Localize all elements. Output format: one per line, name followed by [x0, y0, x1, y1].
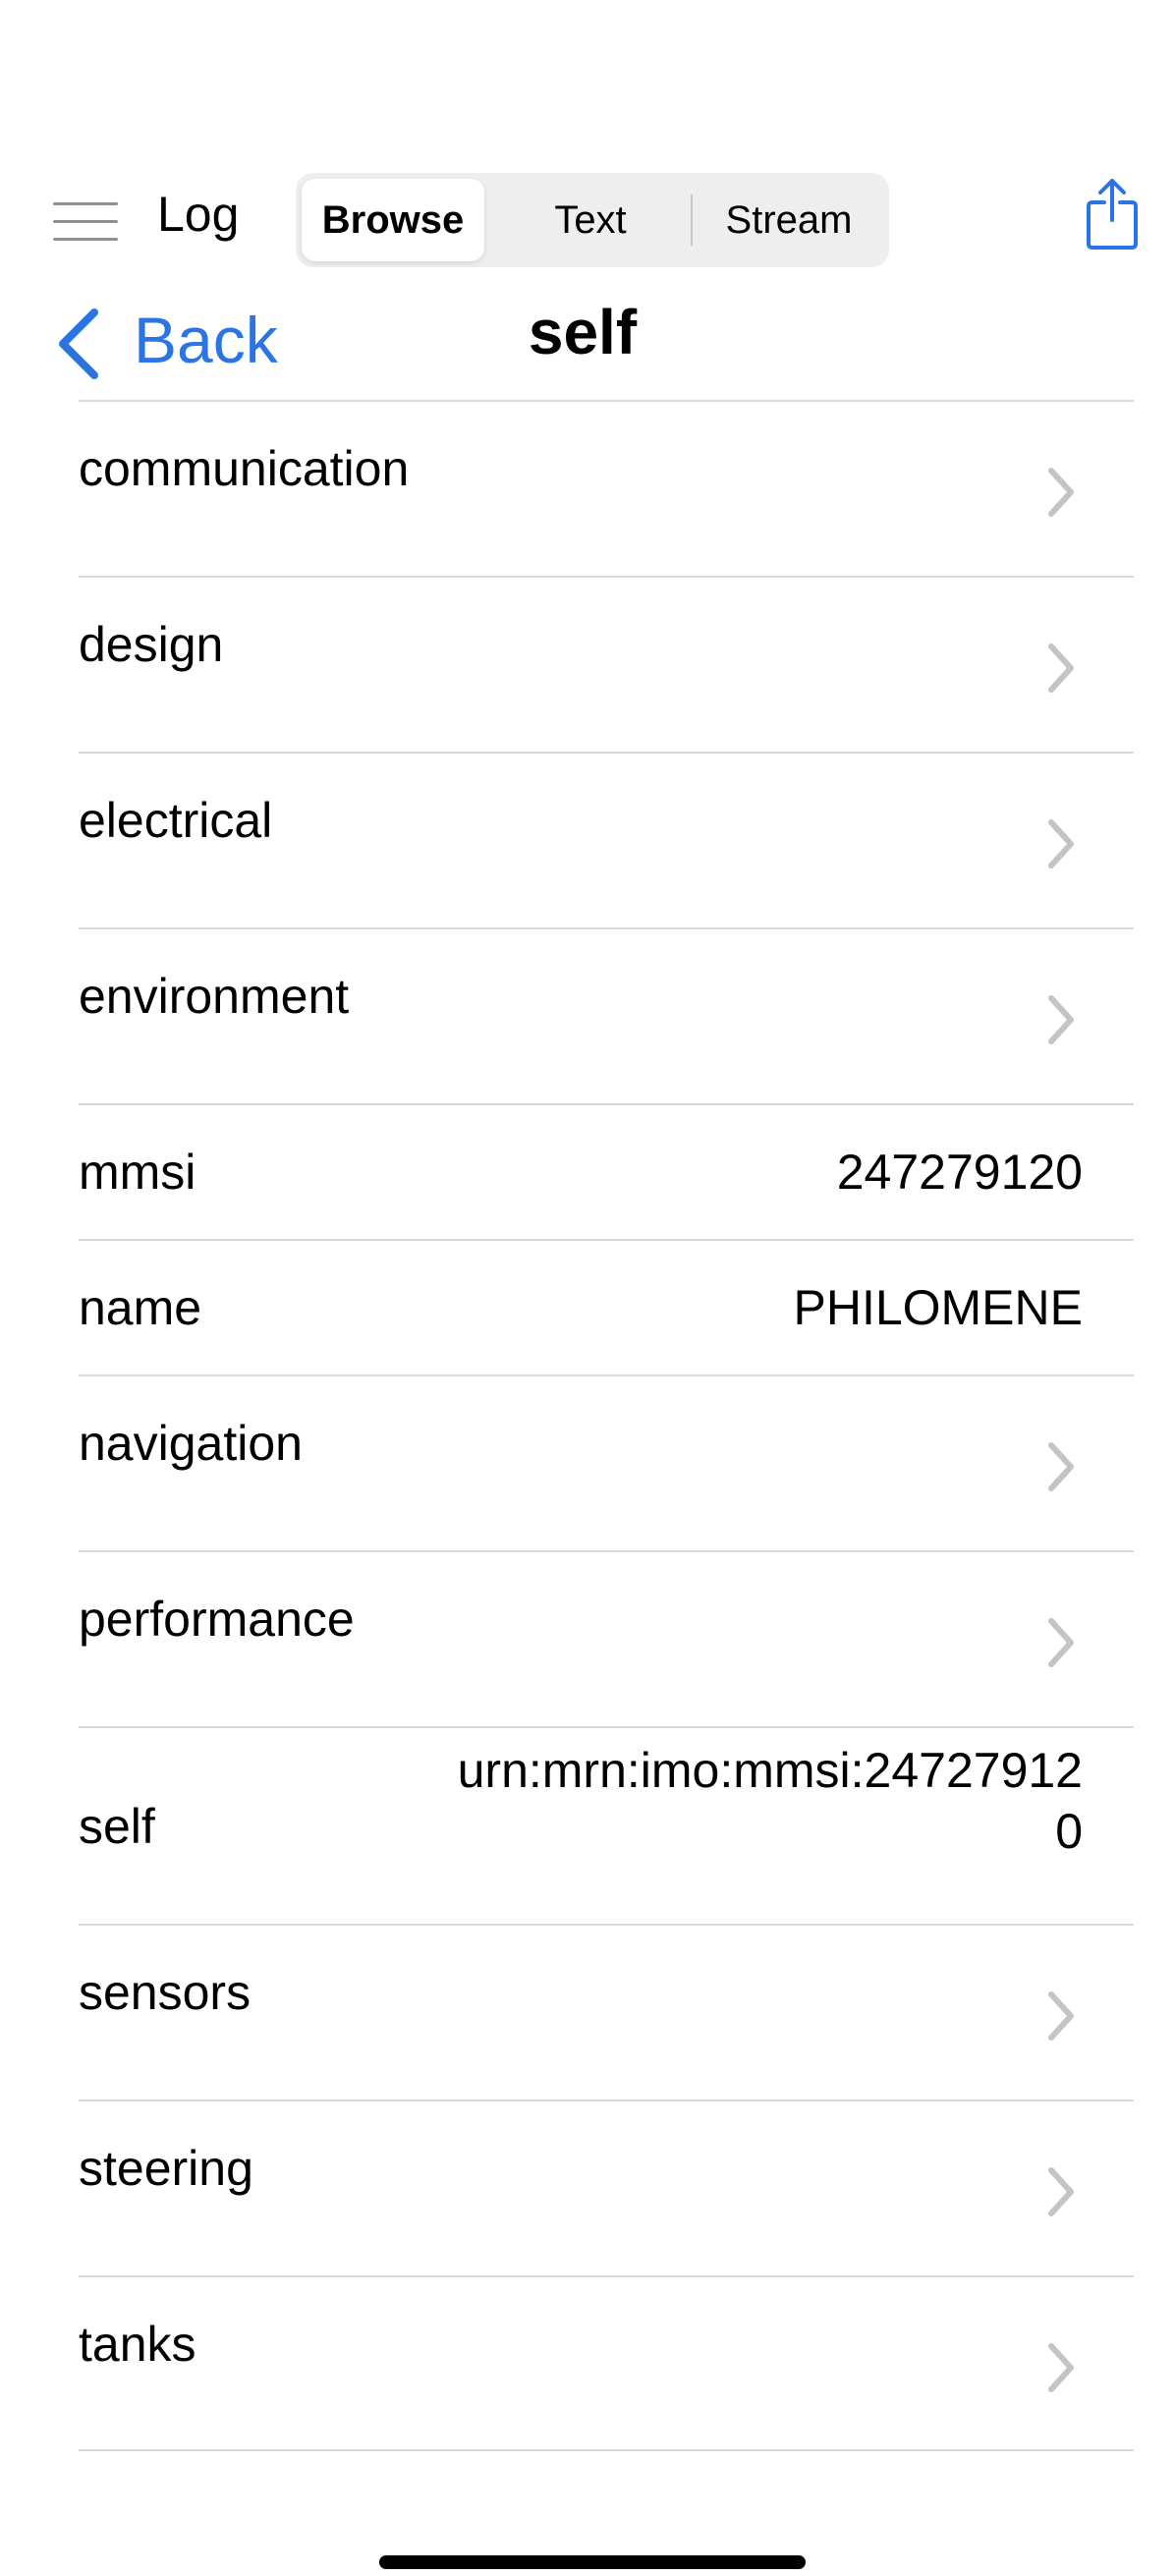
list-item-design[interactable]: design — [79, 576, 1134, 752]
list-item-steering[interactable]: steering — [79, 2100, 1134, 2275]
list-item-label: performance — [79, 1592, 355, 1647]
list-item-label: sensors — [79, 1965, 252, 2020]
property-list: communication design electrical environm… — [79, 400, 1134, 2451]
list-item-label: self — [79, 1799, 155, 1854]
list-item-label: electrical — [79, 793, 273, 848]
list-item-label: communication — [79, 441, 410, 496]
list-item-label: name — [79, 1280, 202, 1335]
top-toolbar: Log Browse Text Stream — [0, 167, 1175, 277]
list-item-label: environment — [79, 969, 350, 1024]
list-item-sensors[interactable]: sensors — [79, 1924, 1134, 2100]
list-item-electrical[interactable]: electrical — [79, 752, 1134, 927]
list-item-tanks[interactable]: tanks — [79, 2275, 1134, 2451]
chevron-right-icon — [1048, 1991, 1074, 2041]
chevron-right-icon — [1048, 1442, 1074, 1491]
list-item-value: urn:mrn:imo:mmsi:247279120 — [457, 1743, 1083, 1859]
chevron-right-icon — [1048, 2167, 1074, 2216]
segment-stream[interactable]: Stream — [689, 173, 889, 267]
chevron-right-icon — [1048, 644, 1074, 693]
list-item-self: self urn:mrn:imo:mmsi:247279120 — [79, 1726, 1134, 1924]
share-icon[interactable] — [1085, 177, 1140, 252]
list-item-label: tanks — [79, 2317, 196, 2372]
chevron-right-icon — [1048, 1618, 1074, 1667]
view-mode-segmented-control: Browse Text Stream — [296, 173, 889, 267]
list-item-communication[interactable]: communication — [79, 400, 1134, 576]
list-item-name: name PHILOMENE — [79, 1239, 1134, 1374]
home-indicator[interactable] — [379, 2555, 806, 2569]
list-item-label: mmsi — [79, 1145, 196, 1200]
list-item-performance[interactable]: performance — [79, 1550, 1134, 1726]
chevron-right-icon — [1048, 2343, 1074, 2392]
list-item-label: design — [79, 617, 224, 672]
list-item-environment[interactable]: environment — [79, 927, 1134, 1103]
hamburger-menu-icon[interactable] — [49, 189, 120, 255]
list-item-label: steering — [79, 2141, 253, 2196]
back-label: Back — [134, 304, 278, 376]
chevron-right-icon — [1048, 995, 1074, 1044]
list-item-label: navigation — [79, 1416, 303, 1471]
chevron-right-icon — [1048, 468, 1074, 517]
segment-text[interactable]: Text — [492, 173, 689, 267]
segment-browse[interactable]: Browse — [302, 179, 484, 261]
list-item-value: 247279120 — [836, 1145, 1083, 1200]
list-item-mmsi: mmsi 247279120 — [79, 1103, 1134, 1239]
back-button[interactable]: Back — [55, 287, 330, 395]
chevron-left-icon — [59, 308, 98, 379]
chevron-right-icon — [1048, 819, 1074, 868]
log-label[interactable]: Log — [157, 185, 239, 244]
list-item-value: PHILOMENE — [793, 1280, 1083, 1335]
navigation-bar: self Back — [0, 277, 1175, 401]
list-item-navigation[interactable]: navigation — [79, 1374, 1134, 1550]
